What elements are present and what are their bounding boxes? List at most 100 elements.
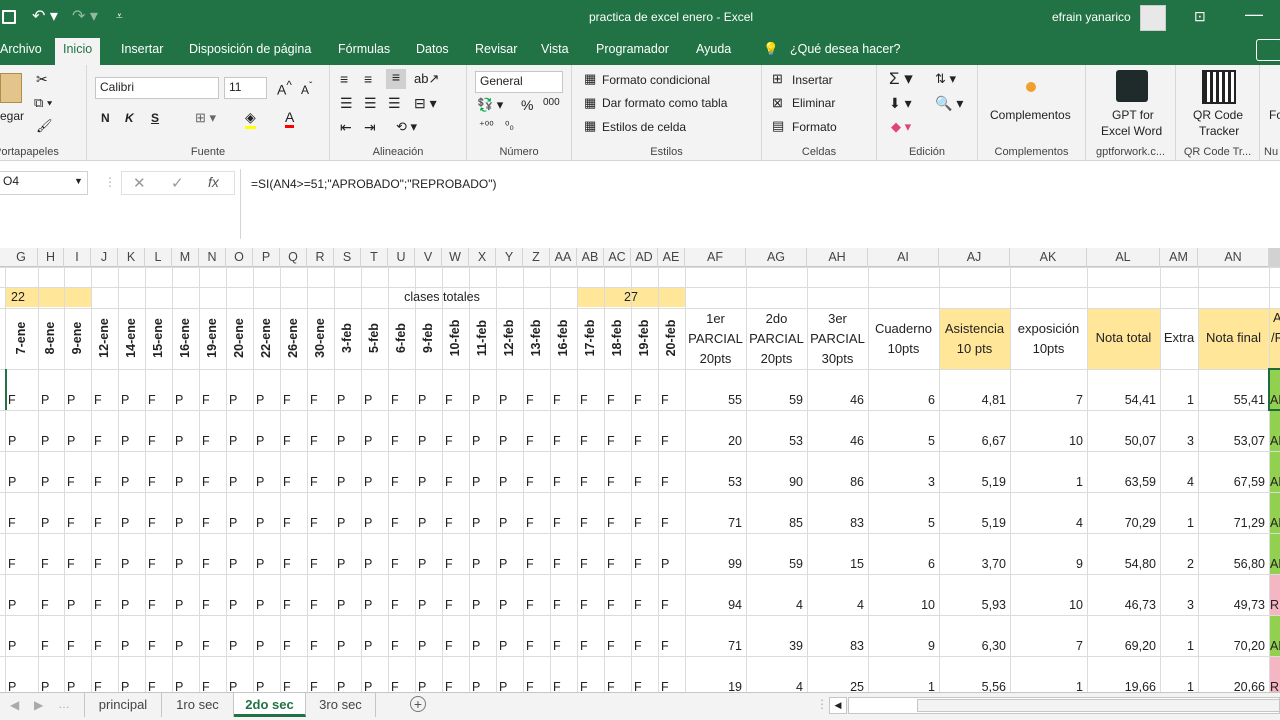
tab-programador[interactable]: Programador	[596, 42, 669, 56]
col-header-ak[interactable]: AK	[1010, 248, 1087, 267]
col-header-u[interactable]: U	[388, 248, 415, 267]
tab-formulas[interactable]: Fórmulas	[338, 42, 390, 56]
col-header-ae[interactable]: AE	[658, 248, 685, 267]
decrease-decimal-icon[interactable]: ⁰₀	[505, 119, 514, 132]
col-header-i[interactable]: I	[64, 248, 91, 267]
gpt-button-line2[interactable]: Excel Word	[1101, 124, 1162, 138]
next-sheet-icon[interactable]: ▶	[34, 698, 43, 712]
underline-button[interactable]: S	[151, 111, 159, 125]
col-header-aj[interactable]: AJ	[939, 248, 1010, 267]
tab-insertar[interactable]: Insertar	[121, 42, 163, 56]
col-header-x[interactable]: X	[469, 248, 496, 267]
col-header-an[interactable]: AN	[1198, 248, 1269, 267]
active-cell[interactable]	[1268, 368, 1280, 411]
sheet-tab-principal[interactable]: principal	[84, 693, 162, 717]
col-header-s[interactable]: S	[334, 248, 361, 267]
col-header-g[interactable]: G	[5, 248, 38, 267]
col-header-p[interactable]: P	[253, 248, 280, 267]
col-header-q[interactable]: Q	[280, 248, 307, 267]
col-header-n[interactable]: N	[199, 248, 226, 267]
align-left-icon[interactable]: ☰	[340, 95, 353, 112]
redo-icon[interactable]: ↷ ▾	[72, 6, 98, 26]
col-header-r[interactable]: R	[307, 248, 334, 267]
sort-filter-icon[interactable]: ⇅ ▾	[935, 71, 956, 87]
format-cells-button[interactable]: Formato	[792, 120, 837, 134]
cut-icon[interactable]: ✂	[36, 71, 48, 88]
ribbon-display-icon[interactable]: ⊡	[1194, 8, 1206, 25]
add-sheet-icon[interactable]: +	[410, 696, 426, 712]
tab-vista[interactable]: Vista	[541, 42, 569, 56]
scroll-left-icon[interactable]: ◀	[829, 697, 847, 714]
cell-styles-button[interactable]: Estilos de celda	[602, 120, 686, 134]
sheet-tab-2do-sec[interactable]: 2do sec	[234, 693, 306, 717]
col-header-ab[interactable]: AB	[577, 248, 604, 267]
font-name-select[interactable]: Calibri	[95, 77, 219, 99]
tab-inicio[interactable]: Inicio	[55, 38, 101, 65]
thousands-button[interactable]: 000	[543, 97, 560, 108]
copy-icon[interactable]: ⧉ ▾	[34, 95, 52, 111]
tab-archivo[interactable]: Archivo	[0, 42, 42, 56]
minimize-icon[interactable]: —	[1245, 4, 1263, 25]
format-painter-icon[interactable]: 🖌	[36, 118, 53, 134]
align-middle-icon[interactable]: ≡	[364, 71, 372, 87]
gpt-button-line1[interactable]: GPT for	[1112, 108, 1154, 122]
formula-input[interactable]: =SI(AN4>=51;"APROBADO";"REPROBADO")	[251, 177, 496, 191]
fill-icon[interactable]: ⬇ ▾	[889, 95, 912, 112]
tab-disposicion[interactable]: Disposición de página	[189, 42, 311, 56]
align-center-icon[interactable]: ☰	[364, 95, 377, 112]
decrease-indent-icon[interactable]: ⇤	[340, 119, 352, 136]
col-header-ao[interactable]	[1269, 248, 1280, 267]
sheet-tab-3ro-sec[interactable]: 3ro sec	[306, 693, 376, 717]
col-header-k[interactable]: K	[118, 248, 145, 267]
enter-icon[interactable]: ✓	[171, 174, 184, 192]
conditional-format-button[interactable]: Formato condicional	[602, 73, 710, 87]
increase-decimal-icon[interactable]: ⁺⁰⁰	[479, 119, 494, 132]
find-icon[interactable]: 🔍 ▾	[935, 95, 963, 112]
col-header-aa[interactable]: AA	[550, 248, 577, 267]
currency-icon[interactable]: 💱 ▾	[477, 97, 503, 113]
autosum-icon[interactable]: Σ ▾	[889, 69, 913, 89]
avatar[interactable]	[1140, 5, 1166, 31]
italic-button[interactable]: K	[125, 111, 134, 125]
col-header-ac[interactable]: AC	[604, 248, 631, 267]
increase-indent-icon[interactable]: ⇥	[364, 119, 376, 136]
insert-function-icon[interactable]: fx	[208, 174, 219, 190]
col-header-ai[interactable]: AI	[868, 248, 939, 267]
orientation-icon[interactable]: ab↗	[414, 71, 439, 87]
font-color-icon[interactable]: A	[285, 109, 295, 128]
fill-color-icon[interactable]: ◈	[245, 109, 256, 129]
tab-ayuda[interactable]: Ayuda	[696, 42, 731, 56]
col-header-af[interactable]: AF	[685, 248, 746, 267]
save-icon[interactable]	[2, 10, 16, 24]
more-sheets-icon[interactable]: …	[58, 697, 70, 711]
percent-button[interactable]: %	[521, 97, 533, 113]
col-header-o[interactable]: O	[226, 248, 253, 267]
qr-button-line2[interactable]: Tracker	[1199, 124, 1239, 138]
tab-datos[interactable]: Datos	[416, 42, 449, 56]
col-header-z[interactable]: Z	[523, 248, 550, 267]
customize-qat-icon[interactable]: ⩡	[116, 9, 123, 24]
tab-revisar[interactable]: Revisar	[475, 42, 517, 56]
paste-button[interactable]: Pegar	[0, 109, 24, 123]
clear-icon[interactable]: ◆ ▾	[891, 119, 911, 135]
qr-button-line1[interactable]: QR Code	[1193, 108, 1243, 122]
number-format-select[interactable]: General	[475, 71, 563, 93]
align-right-icon[interactable]: ☰	[388, 95, 401, 112]
col-header-al[interactable]: AL	[1087, 248, 1160, 267]
horizontal-scroll-thumb[interactable]	[917, 699, 1280, 712]
col-header-m[interactable]: M	[172, 248, 199, 267]
col-header-am[interactable]: AM	[1160, 248, 1198, 267]
prev-sheet-icon[interactable]: ◀	[10, 698, 19, 712]
col-header-j[interactable]: J	[91, 248, 118, 267]
col-header-y[interactable]: Y	[496, 248, 523, 267]
col-header-t[interactable]: T	[361, 248, 388, 267]
format-table-button[interactable]: Dar formato como tabla	[602, 96, 727, 110]
font-size-select[interactable]: 11	[224, 77, 267, 99]
align-top-icon[interactable]: ≡	[340, 71, 348, 87]
col-header-ah[interactable]: AH	[807, 248, 868, 267]
col-header-w[interactable]: W	[442, 248, 469, 267]
paste-icon[interactable]	[0, 73, 22, 103]
shrink-font-icon[interactable]: Aˇ	[301, 81, 312, 97]
bold-button[interactable]: N	[101, 111, 110, 125]
wrap-icon[interactable]: ⟲ ▾	[396, 119, 417, 135]
